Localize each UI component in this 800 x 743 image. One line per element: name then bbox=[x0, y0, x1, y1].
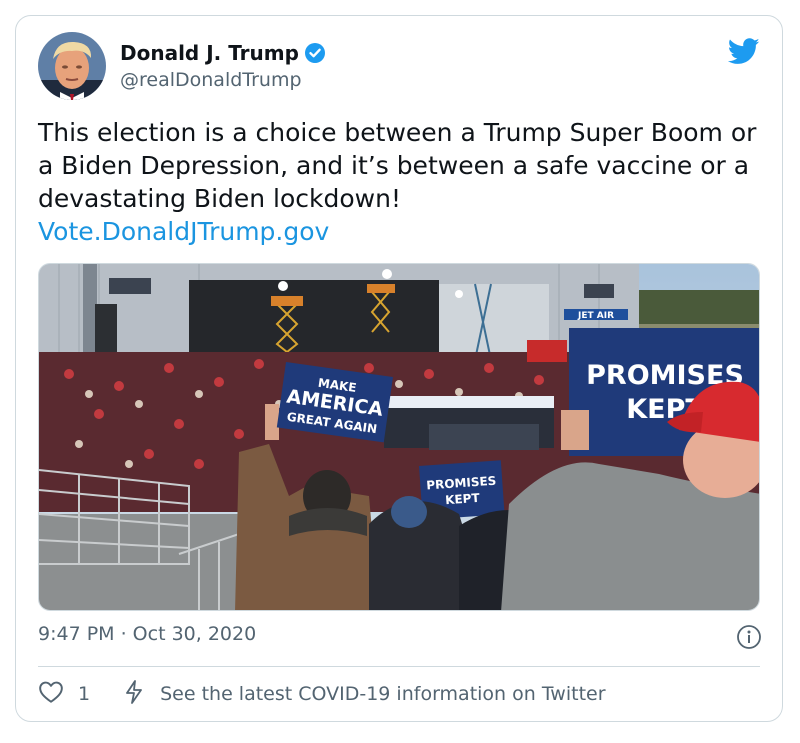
heart-icon bbox=[38, 680, 64, 709]
tweet-card[interactable]: Donald J. Trump @realDonaldTrump This el… bbox=[15, 15, 783, 722]
tweet-media-image[interactable]: JET AIR MAKE AMERICA GREAT AGAIN PROMISE… bbox=[38, 263, 760, 611]
covid-info-text[interactable]: See the latest COVID-19 information on T… bbox=[160, 683, 605, 705]
like-button[interactable]: 1 bbox=[38, 680, 90, 709]
avatar[interactable] bbox=[38, 32, 106, 100]
sign-small-line2: KEPT bbox=[445, 491, 481, 507]
author-block[interactable]: Donald J. Trump @realDonaldTrump bbox=[120, 40, 326, 91]
tweet-timestamp[interactable]: 9:47 PM · Oct 30, 2020 bbox=[38, 623, 256, 645]
covid-info-link[interactable]: See the latest COVID-19 information on T… bbox=[124, 679, 606, 710]
tweet-actions: 1 See the latest COVID-19 information on… bbox=[38, 678, 606, 710]
divider bbox=[38, 666, 760, 667]
tweet-body: This election is a choice between a Trum… bbox=[38, 118, 757, 213]
info-icon[interactable] bbox=[736, 624, 762, 650]
author-name-row: Donald J. Trump bbox=[120, 40, 326, 66]
twitter-bird-icon[interactable] bbox=[727, 38, 760, 65]
hangar-sign: JET AIR bbox=[577, 311, 614, 321]
like-count: 1 bbox=[78, 683, 91, 705]
tweet-text: This election is a choice between a Trum… bbox=[38, 116, 758, 248]
verified-badge-icon bbox=[304, 42, 326, 64]
author-name[interactable]: Donald J. Trump bbox=[120, 41, 299, 65]
lightning-bolt-icon bbox=[124, 679, 144, 710]
author-handle[interactable]: @realDonaldTrump bbox=[120, 69, 326, 91]
tweet-link[interactable]: Vote.DonaldJTrump.gov bbox=[38, 217, 329, 246]
